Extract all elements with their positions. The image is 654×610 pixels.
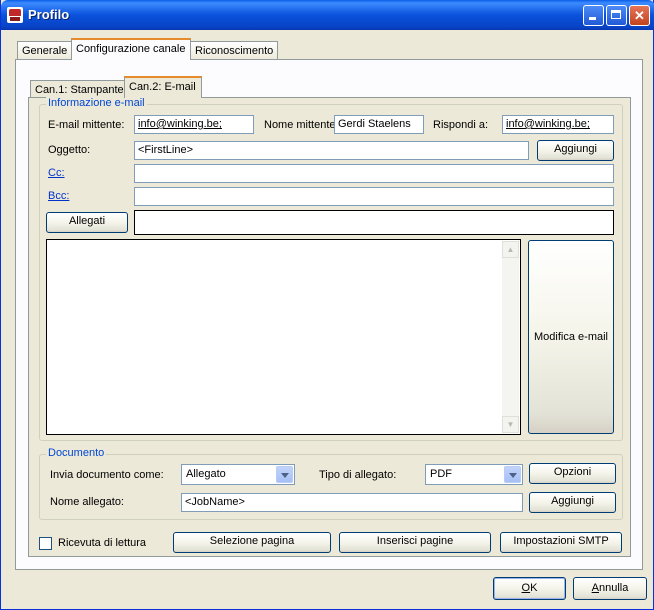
- sender-email-value: info@winking.be;: [138, 118, 222, 130]
- insert-pages-button[interactable]: Inserisci pagine: [339, 532, 491, 553]
- chevron-down-icon[interactable]: [504, 466, 521, 483]
- sender-email-field[interactable]: info@winking.be;: [134, 115, 254, 134]
- send-as-value: Allegato: [186, 468, 226, 480]
- bcc-link[interactable]: Bcc:: [48, 190, 69, 202]
- subject-add-button[interactable]: Aggiungi: [537, 140, 614, 161]
- scroll-down-icon[interactable]: ▼: [502, 416, 519, 433]
- page-selection-button[interactable]: Selezione pagina: [173, 532, 331, 553]
- attachment-name-field[interactable]: <JobName>: [181, 493, 523, 512]
- sender-email-label: E-mail mittente:: [48, 119, 125, 131]
- edit-email-button[interactable]: Modifica e-mail: [528, 240, 614, 434]
- window-title: Profilo: [28, 7, 70, 22]
- chevron-down-icon[interactable]: [276, 466, 293, 483]
- title-bar[interactable]: Profilo ✕: [1, 0, 654, 30]
- email-body-textarea[interactable]: ▲ ▼: [46, 239, 521, 435]
- minimize-button[interactable]: [583, 5, 604, 26]
- tab-generale[interactable]: Generale: [17, 41, 73, 60]
- attachment-type-value: PDF: [430, 468, 452, 480]
- subject-label: Oggetto:: [48, 144, 91, 156]
- minimize-icon: [589, 17, 596, 20]
- cancel-accelerator: A: [591, 582, 599, 594]
- attachment-type-label: Tipo di allegato:: [319, 469, 397, 481]
- smtp-settings-button[interactable]: Impostazioni SMTP: [500, 532, 622, 553]
- options-button[interactable]: Opzioni: [529, 463, 616, 484]
- ok-button[interactable]: OK: [493, 577, 566, 600]
- tab-riconoscimento[interactable]: Riconoscimento: [190, 41, 279, 60]
- attachment-name-label: Nome allegato:: [50, 496, 124, 508]
- attachment-name-add-button[interactable]: Aggiungi: [529, 492, 616, 513]
- cc-field[interactable]: [134, 164, 614, 183]
- send-as-label: Invia documento come:: [50, 469, 164, 481]
- email-info-group-label: Informazione e-mail: [46, 97, 147, 109]
- maximize-button[interactable]: [606, 5, 627, 26]
- document-group-label: Documento: [46, 447, 107, 459]
- tab-can1-stampante[interactable]: Can.1: Stampante: [30, 80, 129, 98]
- attachment-type-select[interactable]: PDF: [425, 464, 523, 485]
- subject-field[interactable]: <FirstLine>: [134, 141, 529, 160]
- cancel-button[interactable]: Annulla: [573, 577, 647, 600]
- attachments-field[interactable]: [134, 210, 614, 235]
- reply-to-value: info@winking.be;: [506, 118, 590, 130]
- read-receipt-checkbox[interactable]: [39, 537, 52, 550]
- reply-to-field[interactable]: info@winking.be;: [502, 115, 614, 134]
- bcc-field[interactable]: [134, 187, 614, 206]
- read-receipt-label[interactable]: Ricevuta di lettura: [58, 537, 146, 549]
- cancel-label-rest: nnulla: [598, 582, 629, 594]
- maximize-icon: [611, 10, 621, 19]
- sender-name-field[interactable]: Gerdi Staelens: [334, 115, 424, 134]
- ok-label-rest: K: [530, 582, 538, 594]
- close-icon: ✕: [634, 8, 645, 23]
- scroll-up-icon[interactable]: ▲: [502, 241, 519, 258]
- email-body-text: [47, 240, 520, 246]
- tab-configurazione-canale[interactable]: Configurazione canale: [71, 38, 191, 60]
- reply-to-label: Rispondi a:: [433, 119, 489, 131]
- app-icon: [7, 7, 23, 23]
- ok-accelerator: O: [521, 582, 531, 594]
- close-button[interactable]: ✕: [629, 5, 650, 26]
- cc-link[interactable]: Cc:: [48, 167, 65, 179]
- profile-window: Profilo ✕ Generale Configurazione canale…: [0, 0, 654, 610]
- send-as-select[interactable]: Allegato: [181, 464, 295, 485]
- tab-can2-email[interactable]: Can.2: E-mail: [124, 76, 202, 98]
- attachments-button[interactable]: Allegati: [46, 212, 128, 233]
- body-scrollbar[interactable]: ▲ ▼: [502, 241, 519, 433]
- sender-name-label: Nome mittente:: [264, 119, 339, 131]
